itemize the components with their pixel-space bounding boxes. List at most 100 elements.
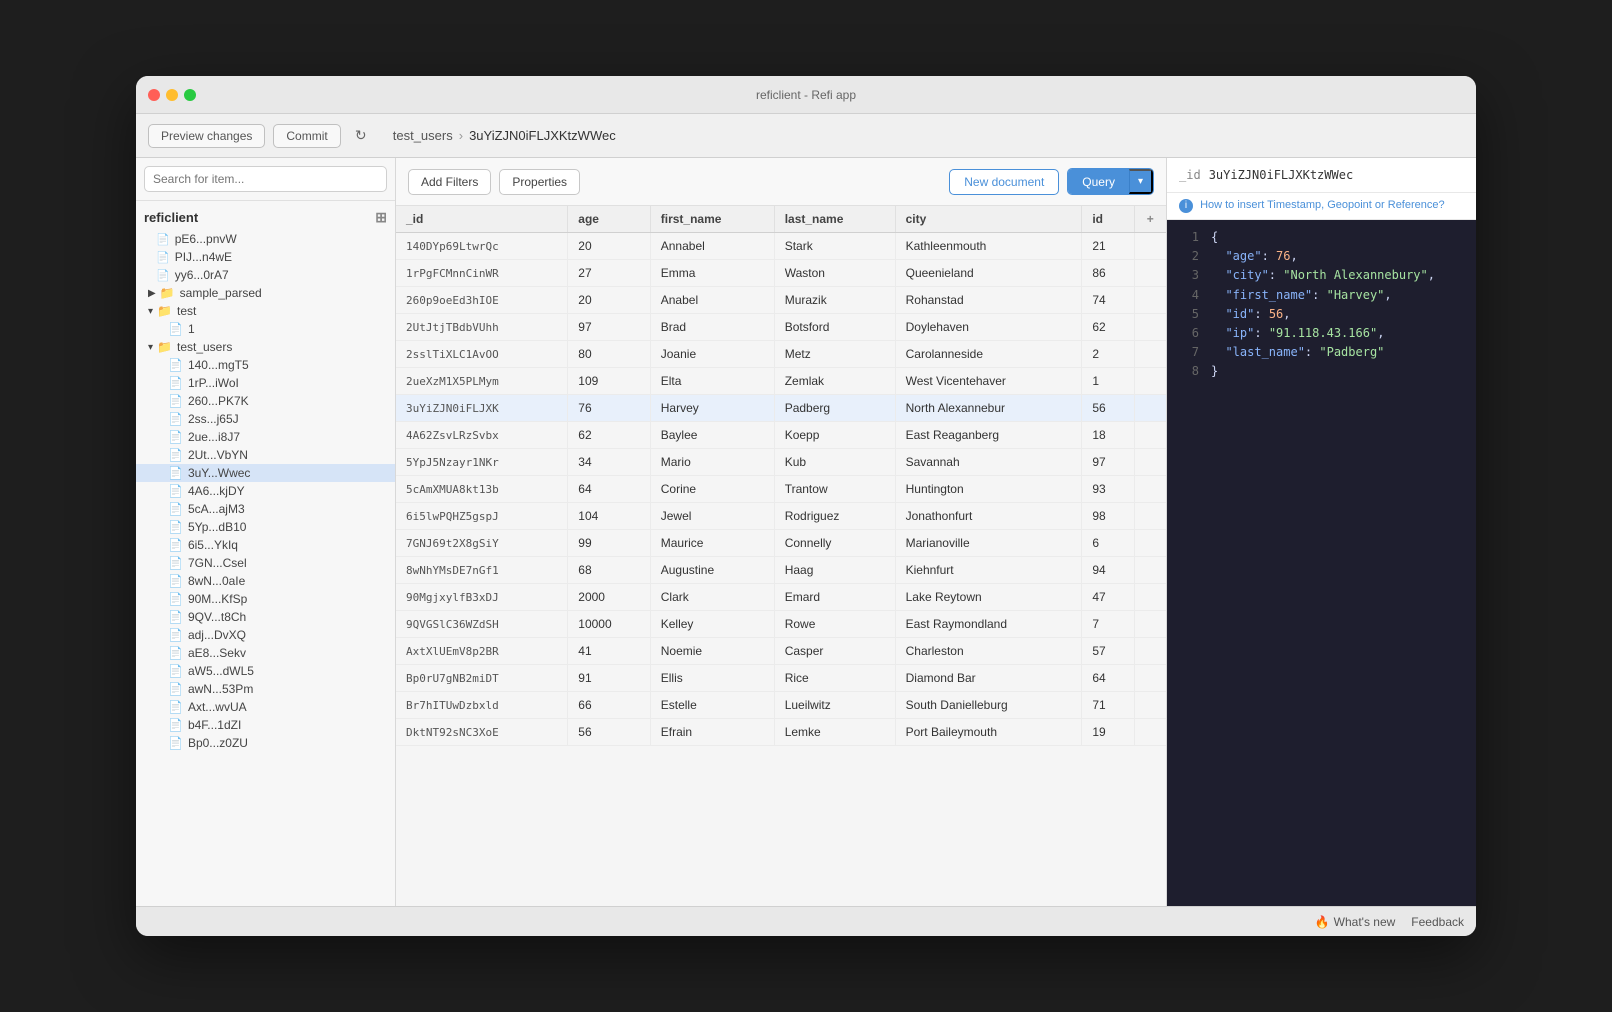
table-row[interactable]: Bp0rU7gNB2miDT91EllisRiceDiamond Bar64 [396, 665, 1166, 692]
table-row[interactable]: 4A62ZsvLRzSvbx62BayleeKoeppEast Reaganbe… [396, 422, 1166, 449]
table-container[interactable]: _id age first_name last_name city id + 1… [396, 206, 1166, 906]
sidebar-item-5Yp[interactable]: 📄 5Yp...dB10 [136, 518, 395, 536]
table-row[interactable]: 1rPgFCMnnCinWR27EmmaWastonQueenieland86 [396, 260, 1166, 287]
cell-_id: Bp0rU7gNB2miDT [396, 665, 568, 692]
cell-age: 2000 [568, 584, 650, 611]
breadcrumb-root[interactable]: test_users [393, 128, 453, 143]
sidebar-item-Axt[interactable]: 📄 Axt...wvUA [136, 698, 395, 716]
cell-city: Kathleenmouth [895, 233, 1082, 260]
sidebar-item-awN[interactable]: 📄 awN...53Pm [136, 680, 395, 698]
sidebar-item-90M[interactable]: 📄 90M...KfSp [136, 590, 395, 608]
sidebar-item-yy6[interactable]: 📄 yy6...0rA7 [136, 266, 395, 284]
col-id-num[interactable]: id [1082, 206, 1134, 233]
cell-last_name: Koepp [774, 422, 895, 449]
detail-hint[interactable]: i How to insert Timestamp, Geopoint or R… [1167, 193, 1476, 220]
sidebar-item-6i5[interactable]: 📄 6i5...YkIq [136, 536, 395, 554]
sidebar-item-label: 260...PK7K [188, 394, 249, 408]
col-age[interactable]: age [568, 206, 650, 233]
sidebar-item-260[interactable]: 📄 260...PK7K [136, 392, 395, 410]
cell-id: 21 [1082, 233, 1134, 260]
cell-id: 93 [1082, 476, 1134, 503]
chevron-down-icon: ▾ [148, 306, 153, 317]
add-filters-button[interactable]: Add Filters [408, 169, 491, 195]
file-icon: 📄 [168, 682, 183, 696]
table-row[interactable]: 3uYiZJN0iFLJXK76HarveyPadbergNorth Alexa… [396, 395, 1166, 422]
sidebar-item-3uY[interactable]: 📄 3uY...Wwec [136, 464, 395, 482]
cell-age: 56 [568, 719, 650, 746]
sidebar-item-7GN[interactable]: 📄 7GN...Csel [136, 554, 395, 572]
fire-icon: 🔥 [1315, 915, 1330, 929]
close-button[interactable] [148, 89, 160, 101]
sidebar-item-PIJ[interactable]: 📄 PIJ...n4wE [136, 248, 395, 266]
cell-age: 20 [568, 233, 650, 260]
code-editor[interactable]: 1{2 "age": 76,3 "city": "North Alexanneb… [1167, 220, 1476, 906]
table-row[interactable]: 8wNhYMsDE7nGf168AugustineHaagKiehnfurt94 [396, 557, 1166, 584]
col-city[interactable]: city [895, 206, 1082, 233]
sidebar-item-2Ut[interactable]: 📄 2Ut...VbYN [136, 446, 395, 464]
add-collection-icon[interactable]: ⊞ [375, 209, 387, 226]
sidebar-item-4A6[interactable]: 📄 4A6...kjDY [136, 482, 395, 500]
cell-_id: 2UtJtjTBdbVUhh [396, 314, 568, 341]
sidebar-item-140[interactable]: 📄 140...mgT5 [136, 356, 395, 374]
table-row[interactable]: 6i5lwPQHZ5gspJ104JewelRodriguezJonathonf… [396, 503, 1166, 530]
table-row[interactable]: 140DYp69LtwrQc20AnnabelStarkKathleenmout… [396, 233, 1166, 260]
table-row[interactable]: Br7hITUwDzbxld66EstelleLueilwitzSouth Da… [396, 692, 1166, 719]
table-row[interactable]: DktNT92sNC3XoE56EfrainLemkePort Baileymo… [396, 719, 1166, 746]
line-number: 7 [1175, 343, 1199, 362]
table-row[interactable]: 2UtJtjTBdbVUhh97BradBotsfordDoylehaven62 [396, 314, 1166, 341]
table-row[interactable]: 5YpJ5Nzayr1NKr34MarioKubSavannah97 [396, 449, 1166, 476]
sidebar-item-8wN[interactable]: 📄 8wN...0aIe [136, 572, 395, 590]
commit-button[interactable]: Commit [273, 124, 340, 148]
maximize-button[interactable] [184, 89, 196, 101]
table-row[interactable]: 9QVGSlC36WZdSH10000KelleyRoweEast Raymon… [396, 611, 1166, 638]
cell-age: 76 [568, 395, 650, 422]
refresh-icon[interactable]: ↻ [349, 124, 373, 148]
folder-icon: 📁 [157, 340, 172, 354]
new-document-button[interactable]: New document [949, 169, 1059, 195]
table-row[interactable]: 5cAmXMUA8kt13b64CorineTrantowHuntington9… [396, 476, 1166, 503]
line-number: 3 [1175, 266, 1199, 285]
sidebar-root[interactable]: reficlient ⊞ [136, 205, 395, 230]
table-row[interactable]: 2ueXzM1X5PLMym109EltaZemlakWest Vicenteh… [396, 368, 1166, 395]
sidebar-item-adj[interactable]: 📄 adj...DvXQ [136, 626, 395, 644]
sidebar-item-label: 2Ut...VbYN [188, 448, 248, 462]
sidebar-item-1rP[interactable]: 📄 1rP...iWoI [136, 374, 395, 392]
properties-button[interactable]: Properties [499, 169, 580, 195]
sidebar-group-sample-parsed[interactable]: ▶ 📁 sample_parsed [136, 284, 395, 302]
sidebar-item-aE8[interactable]: 📄 aE8...Sekv [136, 644, 395, 662]
col-first-name[interactable]: first_name [650, 206, 774, 233]
cell-last_name: Lemke [774, 719, 895, 746]
sidebar-group-test[interactable]: ▾ 📁 test [136, 302, 395, 320]
minimize-button[interactable] [166, 89, 178, 101]
sidebar-item-b4F[interactable]: 📄 b4F...1dZI [136, 716, 395, 734]
table-row[interactable]: AxtXlUEmV8p2BR41NoemieCasperCharleston57 [396, 638, 1166, 665]
sidebar-item-5cA[interactable]: 📄 5cA...ajM3 [136, 500, 395, 518]
chevron-down-icon: ▾ [148, 342, 153, 353]
sidebar-group-test-users[interactable]: ▾ 📁 test_users [136, 338, 395, 356]
col-last-name[interactable]: last_name [774, 206, 895, 233]
cell-age: 66 [568, 692, 650, 719]
table-row[interactable]: 2sslTiXLC1AvOO80JoanieMetzCarolanneside2 [396, 341, 1166, 368]
table-row[interactable]: 260p9oeEd3hIOE20AnabelMurazikRohanstad74 [396, 287, 1166, 314]
whats-new-link[interactable]: 🔥 What's new [1315, 915, 1396, 929]
col-id[interactable]: _id [396, 206, 568, 233]
query-dropdown-button[interactable]: ▾ [1129, 169, 1153, 194]
sidebar-item-9QV[interactable]: 📄 9QV...t8Ch [136, 608, 395, 626]
sidebar-item-Bp0[interactable]: 📄 Bp0...z0ZU [136, 734, 395, 752]
search-input[interactable] [144, 166, 387, 192]
sidebar-item-2ue[interactable]: 📄 2ue...i8J7 [136, 428, 395, 446]
query-button[interactable]: Query [1068, 169, 1129, 194]
feedback-link[interactable]: Feedback [1411, 915, 1464, 929]
sidebar-item-pE6[interactable]: 📄 pE6...pnvW [136, 230, 395, 248]
sidebar-item-1[interactable]: 📄 1 [136, 320, 395, 338]
sidebar-item-aW5[interactable]: 📄 aW5...dWL5 [136, 662, 395, 680]
breadcrumb: test_users › 3uYiZJN0iFLJXKtzWWec [393, 128, 616, 143]
preview-changes-button[interactable]: Preview changes [148, 124, 265, 148]
sidebar-item-2ss[interactable]: 📄 2ss...j65J [136, 410, 395, 428]
cell-city: Port Baileymouth [895, 719, 1082, 746]
table-row[interactable]: 7GNJ69t2X8gSiY99MauriceConnellyMarianovi… [396, 530, 1166, 557]
cell-last_name: Casper [774, 638, 895, 665]
add-column-button[interactable]: + [1134, 206, 1166, 233]
table-row[interactable]: 90MgjxylfB3xDJ2000ClarkEmardLake Reytown… [396, 584, 1166, 611]
folder-icon: 📁 [157, 304, 172, 318]
